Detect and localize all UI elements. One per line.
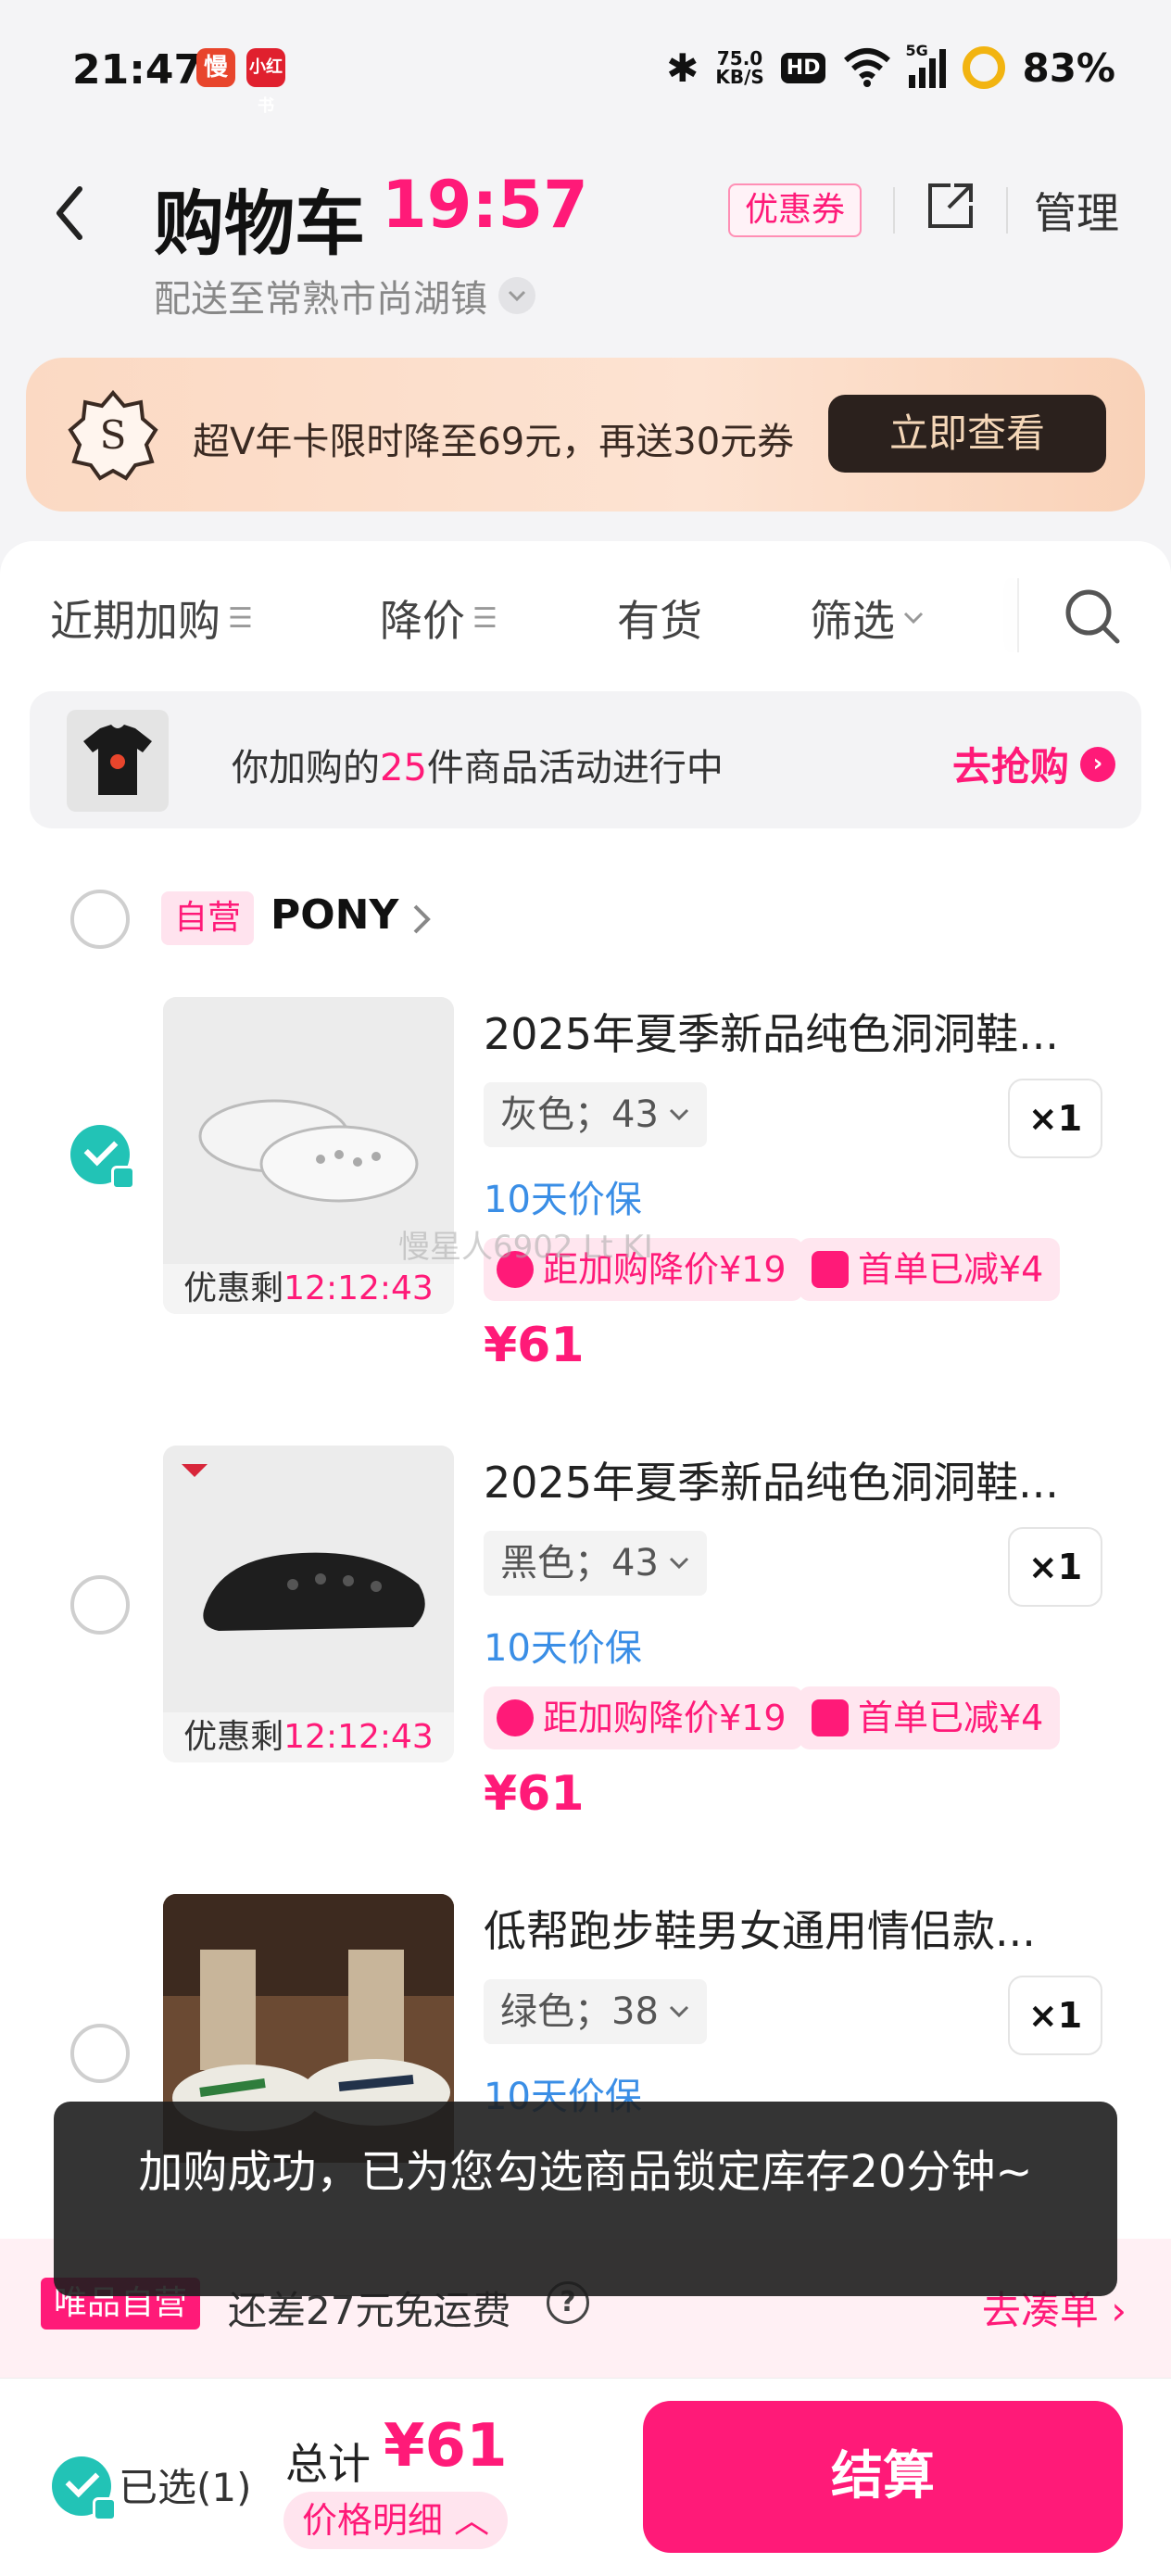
promo-text: 超V年卡限时降至69元，再送30元券 (193, 421, 795, 463)
go-grab-link[interactable]: 去抢购 › (952, 736, 1115, 792)
svg-text:S: S (100, 412, 127, 458)
status-indicators: ✱ 75.0 KB/S HD 5G 83% (666, 42, 1115, 91)
chevron-down-icon (669, 1108, 688, 1121)
signal-icon: 5G (905, 42, 947, 88)
wifi-icon (844, 48, 891, 87)
item-select-checkbox[interactable] (70, 1125, 135, 1190)
chevron-up-icon: ︿ (454, 2500, 490, 2541)
chevron-down-icon (669, 2005, 688, 2018)
hd-icon: HD (780, 52, 826, 83)
search-icon[interactable] (1062, 586, 1123, 647)
variant-selector[interactable]: 灰色；43 (484, 1082, 707, 1147)
chevron-down-icon (669, 1557, 688, 1570)
total-label: 总计 (285, 2439, 371, 2489)
share-icon[interactable] (923, 178, 978, 234)
quantity-button[interactable]: ×1 (1008, 1079, 1102, 1158)
checkout-bar: 已选(1) 总计 ¥61 价格明细 ︿ 结算 (0, 2378, 1171, 2576)
chevron-right-icon: › (1080, 746, 1115, 782)
product-title[interactable]: 2025年夏季新品纯色洞洞鞋... (484, 1001, 1077, 1062)
cart-panel: 近期加购 ☰ 降价 ☰ 有货 筛选 你加购的25件商品活动进行中 去抢购 › 自营 P… (0, 541, 1171, 2246)
price-protection-label[interactable]: 10天价保 (484, 1169, 642, 1223)
price-drop-tag: 距加购降价¥19 (484, 1686, 803, 1749)
tshirt-image (83, 725, 152, 795)
sort-icon: ☰ (472, 601, 497, 635)
first-order-tag: 首单已减¥4 (799, 1238, 1061, 1301)
cart-item: 优惠剩12:12:43 2025年夏季新品纯色洞洞鞋... 黑色；43 ×1 1… (0, 1446, 1171, 1890)
filter-divider (1017, 578, 1019, 652)
manage-button[interactable]: 管理 (1034, 180, 1119, 241)
page-title: 购物车 (154, 183, 365, 265)
product-title[interactable]: 低帮跑步鞋男女通用情侣款... (484, 1898, 1077, 1959)
select-all-checkbox[interactable] (52, 2456, 117, 2521)
status-time: 21:47 (72, 46, 203, 94)
checkout-button[interactable]: 结算 (643, 2401, 1123, 2553)
chevron-down-icon (498, 277, 535, 314)
header-divider (1006, 187, 1008, 234)
self-operated-tag: 自营 (161, 891, 255, 945)
filter-bar: 近期加购 ☰ 降价 ☰ 有货 筛选 (0, 541, 1171, 689)
filter-in-stock[interactable]: 有货 (617, 587, 702, 649)
status-bar: 21:47 慢 小红书 ✱ 75.0 KB/S HD 5G 83% (0, 0, 1171, 139)
variant-selector[interactable]: 绿色；38 (484, 1979, 707, 2044)
back-arrow-icon[interactable] (46, 176, 102, 250)
toast-message: 加购成功，已为您勾选商品锁定库存20分钟~ (54, 2102, 1117, 2296)
product-price: ¥61 (484, 1766, 585, 1822)
cart-item: 优惠剩12:12:43 2025年夏季新品纯色洞洞鞋... 灰色；43 ×1 1… (0, 997, 1171, 1442)
vip-promo-banner[interactable]: S 超V年卡限时降至69元，再送30元券 立即查看 (26, 358, 1145, 511)
product-price: ¥61 (484, 1318, 585, 1373)
app-notification-icon: 慢 (196, 48, 235, 87)
activity-banner[interactable]: 你加购的25件商品活动进行中 去抢购 › (30, 691, 1141, 828)
cart-timer: 19:57 (382, 167, 588, 243)
quantity-button[interactable]: ×1 (1008, 1527, 1102, 1607)
filter-price-drop[interactable]: 降价 ☰ (380, 587, 497, 649)
item-select-checkbox[interactable] (70, 2024, 130, 2083)
quantity-button[interactable]: ×1 (1008, 1976, 1102, 2055)
store-select-checkbox[interactable] (70, 890, 130, 949)
store-header: 自营 PONY (0, 875, 1171, 967)
discount-countdown: 优惠剩12:12:43 (163, 1712, 454, 1762)
activity-product-image (67, 710, 169, 812)
vip-badge-icon: S (68, 389, 158, 481)
price-detail-button[interactable]: 价格明细 ︿ (283, 2492, 509, 2549)
header-divider (893, 187, 895, 234)
battery-icon (963, 46, 1006, 89)
watermark: 慢星人6902 Lt KI (398, 1229, 653, 1266)
coupon-icon (812, 1699, 849, 1736)
selected-count[interactable]: 已选(1) (119, 2456, 252, 2513)
activity-text: 你加购的25件商品活动进行中 (232, 747, 724, 789)
chevron-down-icon (903, 612, 924, 625)
item-select-checkbox[interactable] (70, 1575, 130, 1635)
bluetooth-icon: ✱ (666, 44, 699, 91)
price-down-icon (497, 1699, 534, 1736)
first-order-tag: 首单已减¥4 (799, 1686, 1061, 1749)
black-clog-image (182, 1464, 425, 1631)
coupon-button[interactable]: 优惠券 (728, 183, 863, 237)
net-speed: 75.0 KB/S (715, 47, 764, 88)
lock-icon (111, 1166, 135, 1190)
lock-icon (93, 2497, 117, 2521)
variant-selector[interactable]: 黑色；43 (484, 1531, 707, 1596)
delivery-address[interactable]: 配送至常熟市尚湖镇 (154, 269, 535, 322)
view-now-button[interactable]: 立即查看 (828, 395, 1106, 473)
discount-countdown: 优惠剩12:12:43 (163, 1264, 454, 1314)
address-text: 配送至常熟市尚湖镇 (154, 278, 487, 321)
filter-button[interactable]: 筛选 (810, 587, 925, 649)
store-name[interactable]: PONY (271, 891, 398, 939)
battery-level: 83% (1022, 44, 1115, 91)
product-title[interactable]: 2025年夏季新品纯色洞洞鞋... (484, 1449, 1077, 1510)
header: 购物车 19:57 配送至常熟市尚湖镇 优惠券 管理 (0, 139, 1171, 343)
filter-recent[interactable]: 近期加购 ☰ (50, 587, 253, 649)
chevron-right-icon[interactable] (408, 901, 435, 938)
total-price: ¥61 (384, 2412, 508, 2481)
sort-icon: ☰ (228, 601, 253, 635)
xiaohongshu-notification-icon: 小红书 (246, 48, 285, 116)
coupon-icon (812, 1251, 849, 1288)
price-protection-label[interactable]: 10天价保 (484, 1618, 642, 1672)
product-image[interactable]: 优惠剩12:12:43 (163, 1446, 454, 1762)
